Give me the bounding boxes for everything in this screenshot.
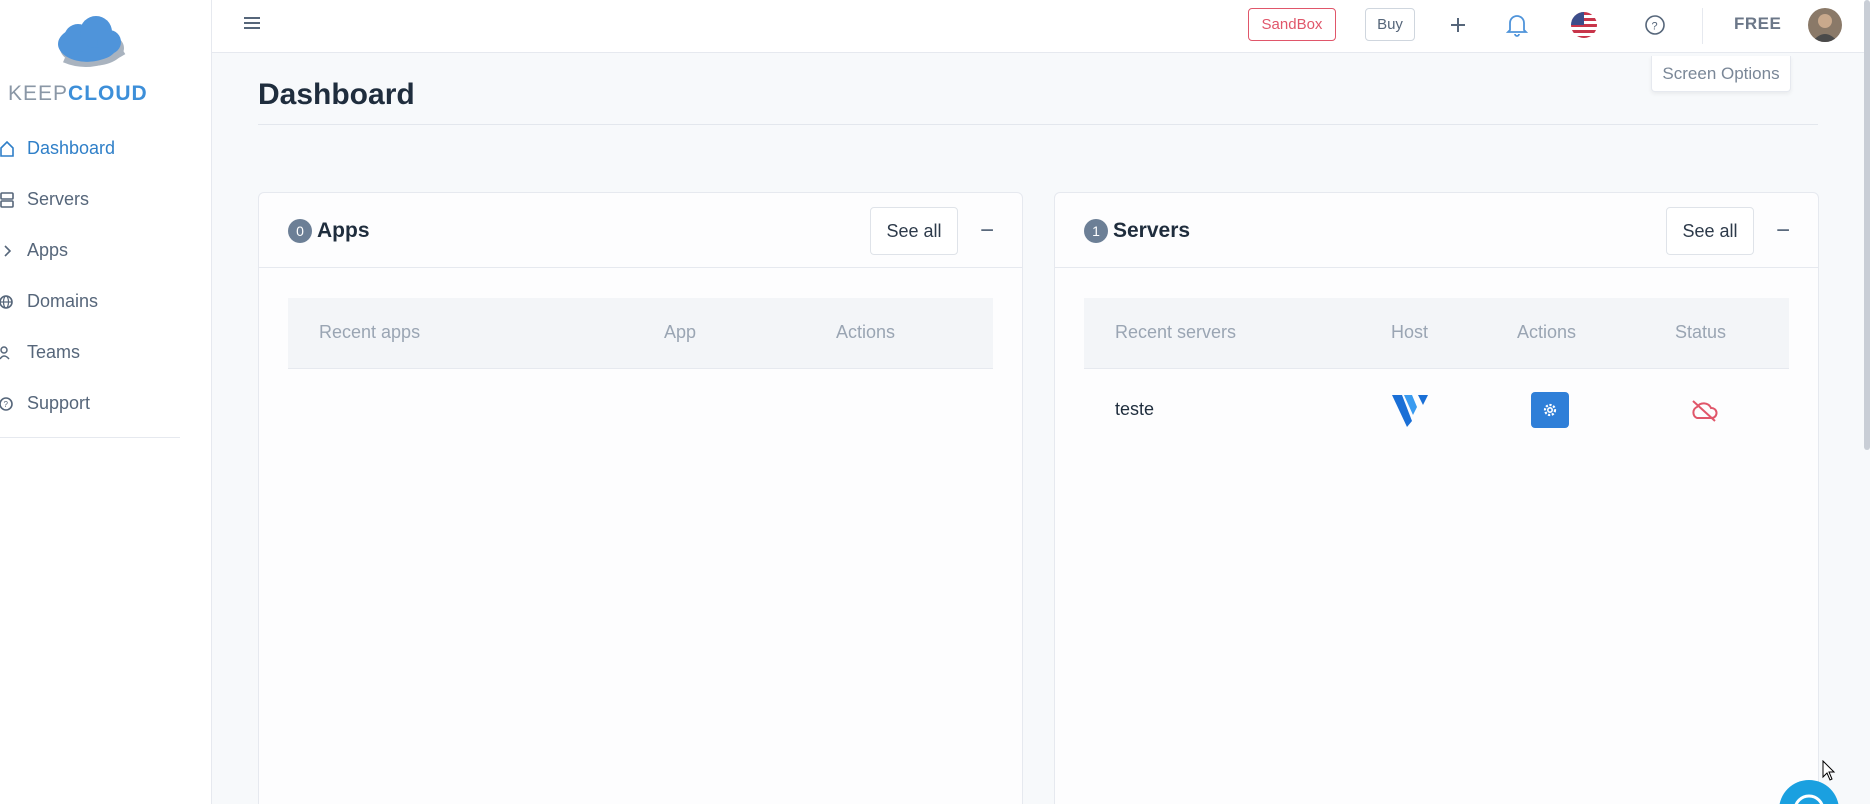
- logo-text: KEEPCLOUD: [8, 82, 148, 105]
- us-flag-icon[interactable]: [1569, 10, 1599, 40]
- sidebar-item-servers[interactable]: Servers: [0, 174, 180, 225]
- sidebar-item-label: Apps: [27, 240, 69, 260]
- servers-card-header: 1 Servers See all −: [1055, 193, 1818, 268]
- chevron-right-icon: [0, 240, 27, 262]
- column-header[interactable]: Recent apps: [319, 322, 420, 343]
- menu-icon[interactable]: [242, 14, 266, 34]
- server-settings-button[interactable]: [1531, 392, 1569, 428]
- apps-count-badge: 0: [288, 219, 312, 243]
- vultr-logo-icon: [1390, 391, 1430, 429]
- apps-see-all-button[interactable]: See all: [870, 207, 958, 255]
- servers-collapse-button[interactable]: −: [1771, 217, 1795, 244]
- chat-icon: [1794, 794, 1824, 804]
- chat-support-button[interactable]: [1779, 780, 1839, 804]
- plus-icon[interactable]: [1443, 10, 1473, 40]
- servers-card: 1 Servers See all − Recent servers Host …: [1054, 192, 1819, 804]
- apps-card-header: 0 Apps See all −: [259, 193, 1022, 268]
- page-title: Dashboard: [258, 78, 415, 111]
- server-icon: [0, 189, 27, 211]
- user-avatar[interactable]: [1808, 8, 1842, 42]
- column-header[interactable]: Recent servers: [1115, 322, 1236, 343]
- sidebar: KEEPCLOUD Dashboard Servers Apps Domains…: [0, 0, 212, 804]
- sidebar-item-support[interactable]: ? Support: [0, 378, 180, 429]
- sidebar-divider: [0, 437, 180, 438]
- help-circle-icon: ?: [0, 393, 27, 415]
- sidebar-item-label: Support: [27, 393, 91, 413]
- sidebar-item-label: Servers: [27, 189, 90, 209]
- svg-text:?: ?: [1652, 21, 1658, 33]
- plan-label: FREE: [1734, 14, 1782, 33]
- sandbox-button[interactable]: SandBox: [1248, 8, 1336, 41]
- apps-card-title: Apps: [317, 219, 370, 242]
- column-header[interactable]: Status: [1675, 322, 1726, 343]
- globe-icon: [0, 291, 27, 313]
- sidebar-item-label: Dashboard: [27, 138, 116, 158]
- servers-count-badge: 1: [1084, 219, 1108, 243]
- keepcloud-logo[interactable]: KEEPCLOUD: [4, 12, 172, 105]
- title-divider: [258, 124, 1818, 125]
- server-name[interactable]: teste: [1115, 399, 1154, 420]
- column-header[interactable]: Host: [1391, 322, 1428, 343]
- apps-card: 0 Apps See all − Recent apps App Actions: [258, 192, 1023, 804]
- gear-icon: [1543, 403, 1557, 417]
- users-icon: [0, 342, 27, 364]
- sidebar-item-label: Domains: [27, 291, 99, 311]
- topbar-divider: [1702, 8, 1703, 44]
- svg-text:?: ?: [4, 400, 9, 409]
- column-header[interactable]: Actions: [1517, 322, 1576, 343]
- buy-button[interactable]: Buy: [1365, 8, 1415, 41]
- sidebar-nav: Dashboard Servers Apps Domains Teams ? S…: [0, 123, 180, 429]
- table-row[interactable]: teste: [1084, 370, 1789, 450]
- servers-see-all-button[interactable]: See all: [1666, 207, 1754, 255]
- apps-collapse-button[interactable]: −: [975, 217, 999, 244]
- cloud-off-icon: [1689, 398, 1719, 424]
- cloud-logo-icon: [58, 16, 126, 67]
- bell-icon[interactable]: [1502, 10, 1532, 40]
- home-icon: [0, 138, 27, 160]
- sidebar-item-dashboard[interactable]: Dashboard: [0, 123, 180, 174]
- screen-options-button[interactable]: Screen Options: [1651, 56, 1791, 92]
- page-scrollbar[interactable]: [1864, 0, 1870, 450]
- sidebar-item-apps[interactable]: Apps: [0, 225, 180, 276]
- servers-table-header: Recent servers Host Actions Status: [1084, 298, 1789, 369]
- mouse-cursor-icon: [1822, 760, 1836, 781]
- column-header[interactable]: App: [664, 322, 696, 343]
- column-header[interactable]: Actions: [836, 322, 895, 343]
- sidebar-item-domains[interactable]: Domains: [0, 276, 180, 327]
- help-circle-icon[interactable]: ?: [1640, 10, 1670, 40]
- servers-card-title: Servers: [1113, 219, 1191, 242]
- apps-table-header: Recent apps App Actions: [288, 298, 993, 369]
- sidebar-item-label: Teams: [27, 342, 81, 362]
- sidebar-item-teams[interactable]: Teams: [0, 327, 180, 378]
- top-bar: SandBox Buy ? FREE: [212, 0, 1870, 53]
